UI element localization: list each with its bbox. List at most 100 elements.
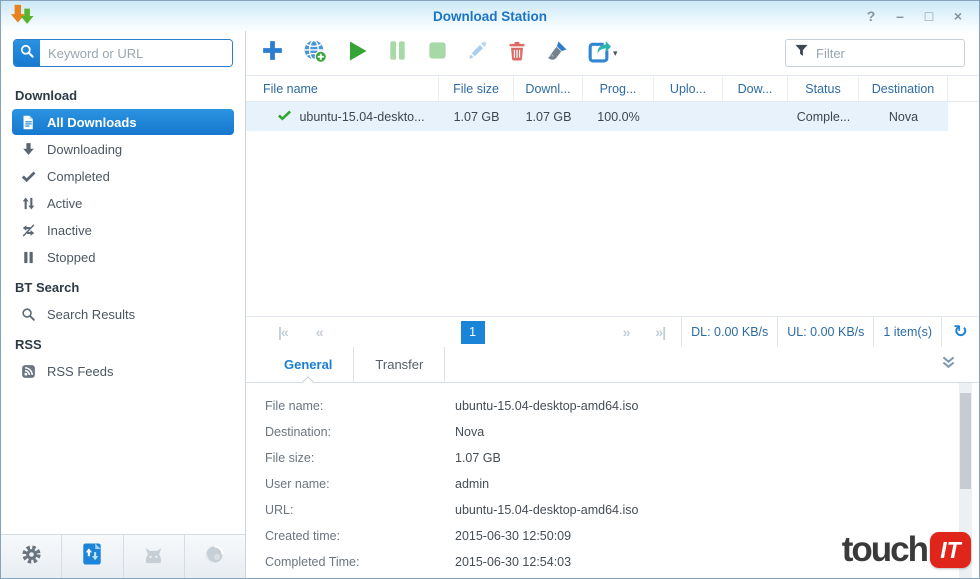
- nav-section-download: Download: [1, 79, 245, 108]
- column-header-progress[interactable]: Prog...: [583, 76, 654, 101]
- sidebar-item-active[interactable]: Active: [12, 190, 234, 216]
- sidebar-bottom-bar: [1, 534, 245, 578]
- emule-button[interactable]: [124, 535, 185, 578]
- double-chevron-down-icon: [940, 354, 957, 376]
- chevron-down-icon: ▾: [613, 48, 618, 59]
- scrollbar-thumb[interactable]: [960, 393, 971, 489]
- sidebar-item-completed[interactable]: Completed: [12, 163, 234, 189]
- detail-label: URL:: [265, 503, 455, 517]
- search-button[interactable]: [14, 40, 40, 66]
- tab-transfer[interactable]: Transfer: [354, 347, 445, 382]
- share-icon: [586, 38, 611, 68]
- refresh-button[interactable]: ↻: [941, 317, 979, 347]
- stop-icon: [426, 39, 449, 67]
- table-row[interactable]: ubuntu-15.04-deskto... 1.07 GB 1.07 GB 1…: [246, 102, 979, 131]
- download-tasks-button[interactable]: [62, 535, 123, 578]
- sidebar-nav: Download All Downloads Downloading: [1, 75, 245, 534]
- stop-button[interactable]: [426, 39, 449, 67]
- filter-input[interactable]: [816, 46, 957, 61]
- filter-box: [785, 39, 965, 67]
- delete-button[interactable]: [506, 40, 528, 67]
- cell-down-speed: [723, 102, 788, 131]
- add-task-button[interactable]: [260, 38, 285, 68]
- detail-row: File name:ubuntu-15.04-desktop-amd64.iso: [265, 393, 979, 419]
- sidebar-item-rss-feeds[interactable]: RSS Feeds: [12, 358, 234, 384]
- share-button[interactable]: ▾: [586, 38, 618, 68]
- pager: |« « 1 » »|: [246, 317, 681, 347]
- keyword-search-box: [13, 39, 233, 67]
- detail-value: ubuntu-15.04-desktop-amd64.iso: [455, 399, 638, 413]
- emule-dog-icon: [142, 543, 165, 571]
- detail-value: 1.07 GB: [455, 451, 501, 465]
- current-page-badge[interactable]: 1: [461, 321, 485, 344]
- column-header-destination[interactable]: Destination: [859, 76, 948, 101]
- prev-page-button[interactable]: «: [316, 324, 323, 340]
- funnel-icon: [793, 42, 810, 64]
- up-down-arrows-icon: [19, 194, 38, 213]
- collapse-details-button[interactable]: [940, 347, 957, 382]
- detail-value: Nova: [455, 425, 484, 439]
- document-icon: [19, 113, 38, 132]
- sidebar-item-label: Inactive: [47, 223, 92, 238]
- keyword-search-input[interactable]: [40, 40, 232, 66]
- column-header-status[interactable]: Status: [788, 76, 859, 101]
- column-header-file-name[interactable]: File name: [246, 76, 439, 101]
- sidebar-item-label: Completed: [47, 169, 110, 184]
- bt-search-add-button[interactable]: [302, 38, 328, 69]
- nav-section-rss: RSS: [1, 328, 245, 357]
- column-header-downloaded[interactable]: Downl...: [514, 76, 583, 101]
- sidebar-item-inactive[interactable]: Inactive: [12, 217, 234, 243]
- maximize-button[interactable]: □: [918, 6, 940, 26]
- sidebar-item-label: Downloading: [47, 142, 122, 157]
- green-check-icon: [277, 108, 292, 126]
- last-page-button[interactable]: »|: [655, 324, 665, 340]
- pause-icon: [19, 248, 38, 267]
- gear-icon: [20, 543, 43, 571]
- minimize-button[interactable]: –: [889, 6, 911, 26]
- sidebar: Download All Downloads Downloading: [1, 31, 246, 578]
- watermark-text: touch: [842, 530, 927, 570]
- rss-icon: [19, 362, 38, 381]
- detail-row: Original torrent file:Download original …: [265, 575, 979, 578]
- column-header-down-speed[interactable]: Dow...: [723, 76, 788, 101]
- cell-file-size: 1.07 GB: [439, 102, 514, 131]
- column-header-uploaded[interactable]: Uplo...: [654, 76, 723, 101]
- sidebar-item-stopped[interactable]: Stopped: [12, 244, 234, 270]
- column-header-file-size[interactable]: File size: [439, 76, 514, 101]
- edit-button[interactable]: [466, 39, 489, 67]
- download-station-window: Download Station ? – □ × D: [0, 0, 980, 579]
- sidebar-item-all-downloads[interactable]: All Downloads: [12, 109, 234, 135]
- cell-progress: 100.0%: [583, 102, 654, 131]
- settings-button[interactable]: [1, 535, 62, 578]
- cell-uploaded: [654, 102, 723, 131]
- clear-completed-button[interactable]: [545, 39, 569, 68]
- web-browse-button[interactable]: [185, 535, 245, 578]
- sidebar-search-row: [1, 31, 245, 75]
- close-button[interactable]: ×: [947, 6, 969, 26]
- next-page-button[interactable]: »: [623, 324, 630, 340]
- window-title: Download Station: [1, 9, 979, 24]
- sidebar-item-label: RSS Feeds: [47, 364, 113, 379]
- pagination-bar: |« « 1 » »| DL: 0.00 KB/s UL: 0.00 KB/s …: [246, 316, 979, 347]
- help-button[interactable]: ?: [860, 6, 882, 26]
- file-name-text: ubuntu-15.04-deskto...: [299, 110, 424, 124]
- play-icon: [345, 39, 369, 68]
- detail-label: User name:: [265, 477, 455, 491]
- detail-value: admin: [455, 477, 489, 491]
- crossed-arrows-icon: [19, 221, 38, 240]
- resume-button[interactable]: [345, 39, 369, 68]
- sidebar-item-downloading[interactable]: Downloading: [12, 136, 234, 162]
- window-controls: ? – □ ×: [860, 6, 979, 26]
- touchit-watermark: touch IT: [842, 530, 971, 570]
- tab-general[interactable]: General: [263, 347, 354, 382]
- detail-row: URL:ubuntu-15.04-desktop-amd64.iso: [265, 497, 979, 523]
- detail-value: 2015-06-30 12:54:03: [455, 555, 571, 569]
- sidebar-item-label: All Downloads: [47, 115, 137, 130]
- pause-button[interactable]: [386, 39, 409, 67]
- sidebar-item-search-results[interactable]: Search Results: [12, 301, 234, 327]
- cell-destination: Nova: [859, 102, 948, 131]
- toolbar: ▾: [246, 31, 979, 75]
- first-page-button[interactable]: |«: [278, 324, 288, 340]
- grid-header: File name File size Downl... Prog... Upl…: [246, 75, 979, 102]
- window-body: Download All Downloads Downloading: [1, 31, 979, 578]
